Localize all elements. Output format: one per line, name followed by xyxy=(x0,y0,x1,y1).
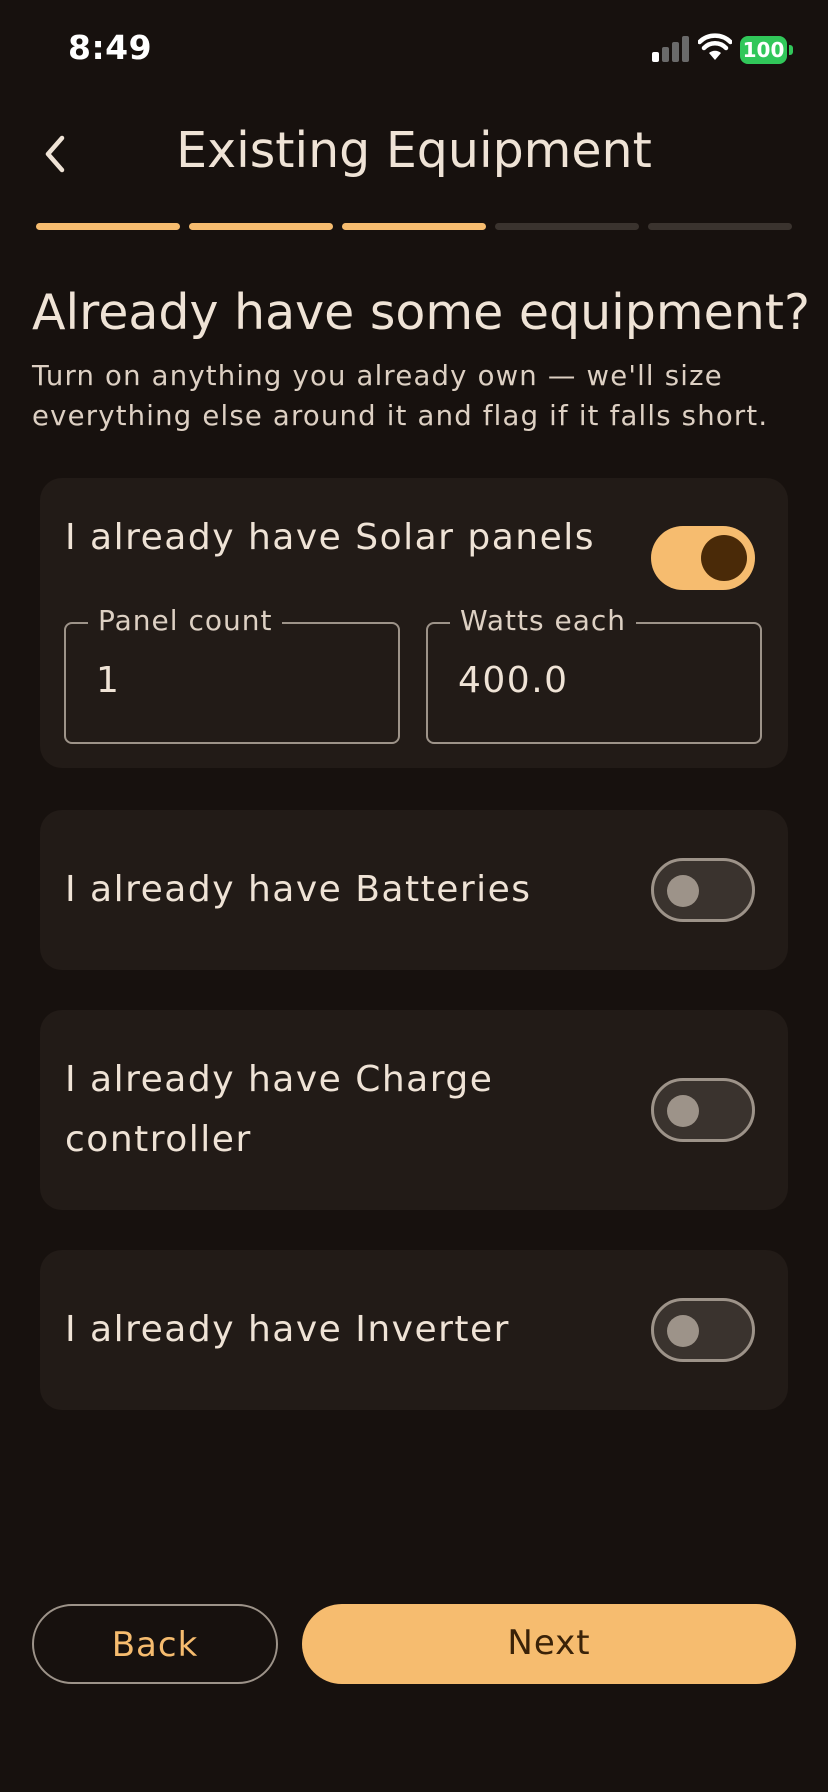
progress-step xyxy=(495,223,639,230)
cellular-signal-icon xyxy=(652,36,692,62)
progress-step xyxy=(189,223,333,230)
watts-each-value: 400.0 xyxy=(458,660,569,701)
solar-panels-toggle[interactable] xyxy=(651,526,755,590)
wifi-icon xyxy=(698,33,732,60)
toggle-knob xyxy=(667,1315,699,1347)
inverter-toggle[interactable] xyxy=(651,1298,755,1362)
battery-level: 100 xyxy=(740,36,787,64)
progress-step xyxy=(36,223,180,230)
charge-controller-toggle[interactable] xyxy=(651,1078,755,1142)
back-button[interactable]: Back xyxy=(32,1604,278,1684)
section-subtitle: Turn on anything you already own — we'll… xyxy=(32,360,769,432)
solar-panels-label: I already have Solar panels xyxy=(65,517,596,558)
progress-step xyxy=(648,223,792,230)
step-progress xyxy=(36,223,792,231)
toggle-knob xyxy=(667,875,699,907)
batteries-toggle[interactable] xyxy=(651,858,755,922)
inverter-card: I already have Inverter xyxy=(40,1250,788,1410)
progress-step xyxy=(342,223,486,230)
next-button[interactable]: Next xyxy=(302,1604,796,1684)
charge-controller-card: I already have Charge controller xyxy=(40,1010,788,1210)
batteries-card: I already have Batteries xyxy=(40,810,788,970)
toggle-knob xyxy=(701,535,747,581)
watts-each-field[interactable]: Watts each 400.0 xyxy=(426,603,762,744)
inverter-label: I already have Inverter xyxy=(65,1309,510,1350)
panel-count-field[interactable]: Panel count 1 xyxy=(64,603,400,744)
status-time: 8:49 xyxy=(68,28,153,67)
section-heading: Already have some equipment? xyxy=(32,284,810,341)
panel-count-label: Panel count xyxy=(88,603,283,639)
watts-each-label: Watts each xyxy=(450,603,637,639)
header: Existing Equipment xyxy=(0,110,828,200)
toggle-knob xyxy=(667,1095,699,1127)
panel-count-value: 1 xyxy=(96,660,121,701)
battery-icon: 100 xyxy=(740,36,793,64)
charge-controller-label: I already have Charge controller xyxy=(65,1059,494,1160)
status-bar: 8:49 100 xyxy=(0,0,828,100)
page-title: Existing Equipment xyxy=(176,122,652,179)
batteries-label: I already have Batteries xyxy=(65,869,532,910)
